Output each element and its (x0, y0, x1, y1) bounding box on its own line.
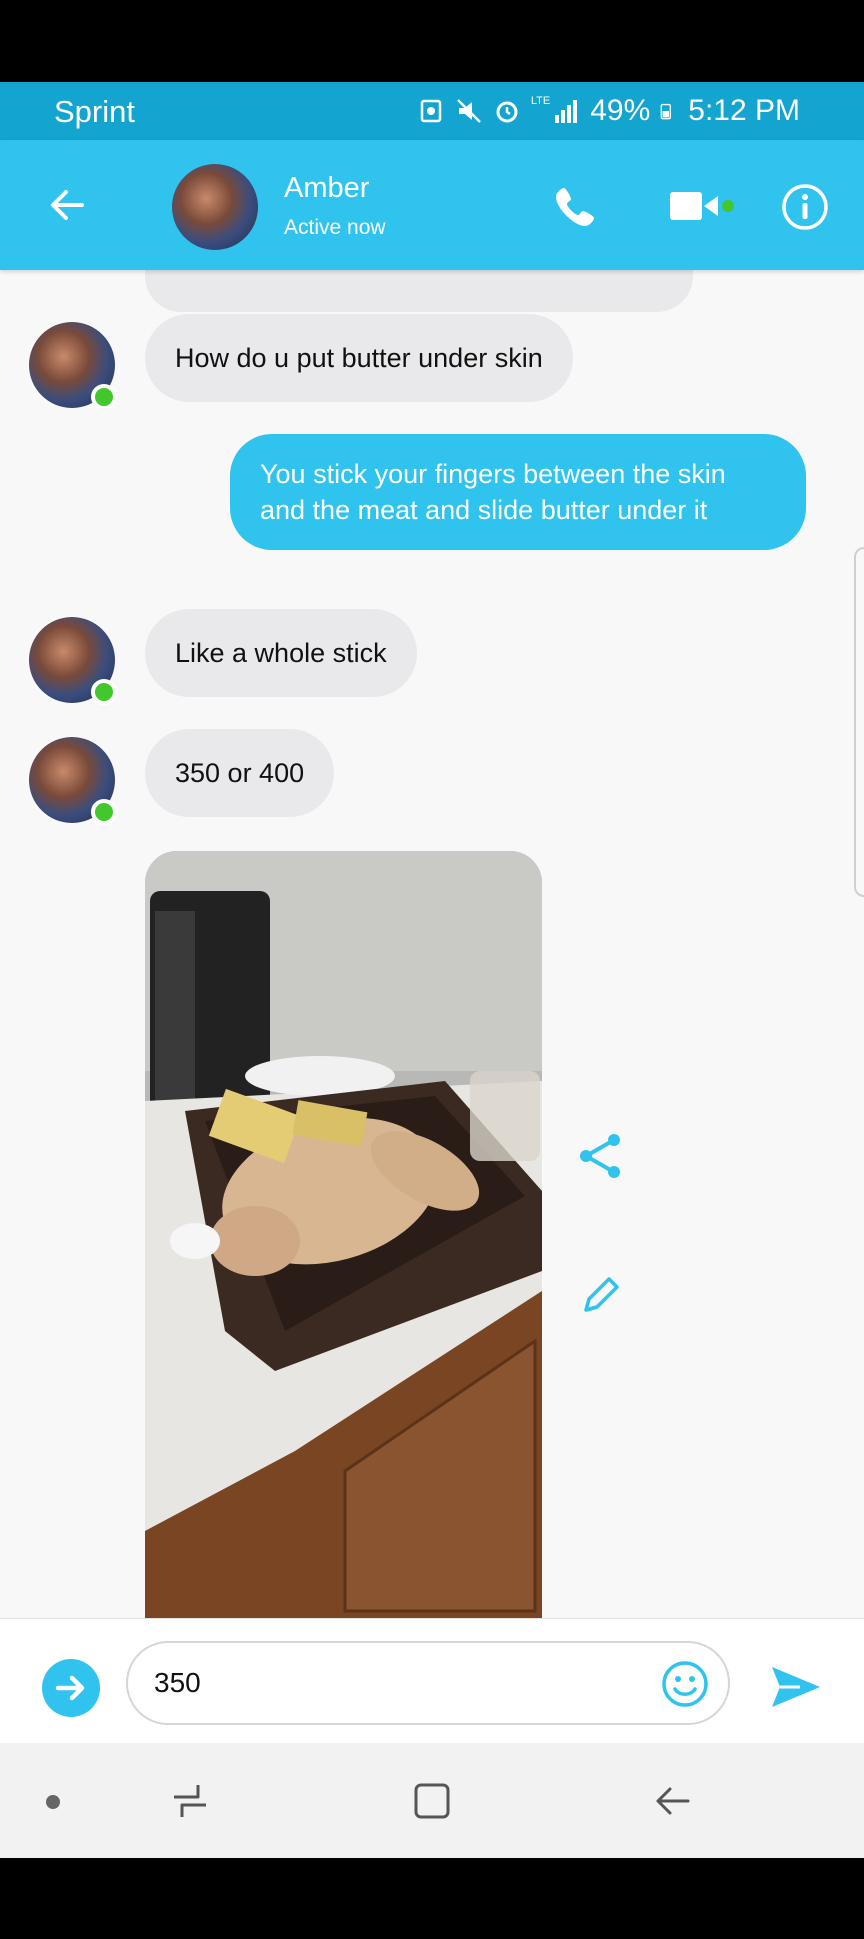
clock: 5:12 PM (688, 94, 800, 127)
expand-button[interactable] (42, 1659, 100, 1717)
outgoing-message[interactable]: You stick your fingers between the skin … (230, 434, 806, 550)
status-indicators: LTE 49% 5:12 PM (417, 94, 800, 128)
incoming-message[interactable]: How do u put butter under skin (145, 314, 573, 402)
status-bar: Sprint LTE 49% 5:12 PM (0, 82, 864, 140)
edit-icon[interactable] (576, 1270, 626, 1320)
home-icon[interactable] (410, 1779, 454, 1823)
online-indicator (91, 384, 117, 410)
back-icon[interactable] (650, 1779, 694, 1823)
arrow-right-icon (55, 1675, 85, 1701)
phone-icon[interactable] (550, 182, 600, 232)
message-composer: 350 (0, 1618, 864, 1743)
send-icon[interactable] (768, 1659, 824, 1715)
incoming-message[interactable]: Like a whole stick (145, 609, 417, 697)
contact-avatar[interactable] (29, 322, 117, 410)
info-icon[interactable] (780, 182, 830, 232)
scroll-handle[interactable] (854, 547, 864, 897)
turkey-photo (145, 851, 542, 1619)
emoji-icon[interactable] (660, 1659, 710, 1709)
message-input[interactable]: 350 (126, 1641, 730, 1725)
message-input-text[interactable]: 350 (154, 1667, 201, 1699)
network-label: LTE (530, 95, 551, 107)
mute-icon (456, 99, 481, 123)
messenger-screen: Sprint LTE 49% 5:12 PM Amber Active now … (0, 82, 864, 1858)
alarm-icon (496, 101, 518, 123)
contact-status: Active now (284, 216, 386, 239)
system-navigation-bar (0, 1743, 864, 1858)
online-indicator (91, 799, 117, 825)
previous-message-bubble (145, 270, 693, 312)
contact-avatar[interactable] (29, 737, 117, 825)
recent-apps-icon[interactable] (168, 1779, 212, 1823)
video-camera-icon[interactable] (668, 186, 734, 226)
contact-avatar[interactable] (172, 164, 258, 250)
contact-avatar[interactable] (29, 617, 117, 705)
lock-icon (420, 99, 442, 123)
top-bezel (0, 0, 864, 82)
incoming-message[interactable]: 350 or 400 (145, 729, 335, 817)
battery-icon (660, 103, 672, 120)
conversation-header: Amber Active now (0, 140, 864, 270)
carrier-label: Sprint (54, 94, 135, 129)
share-icon[interactable] (574, 1130, 626, 1182)
back-arrow-icon[interactable] (42, 180, 92, 230)
contact-name[interactable]: Amber (284, 172, 369, 205)
signal-icon (555, 100, 578, 123)
online-indicator (91, 679, 117, 705)
bottom-bezel (0, 1858, 864, 1939)
nav-indicator-dot (46, 1795, 60, 1809)
photo-message[interactable] (145, 851, 542, 1619)
battery-percent: 49% (590, 94, 651, 127)
